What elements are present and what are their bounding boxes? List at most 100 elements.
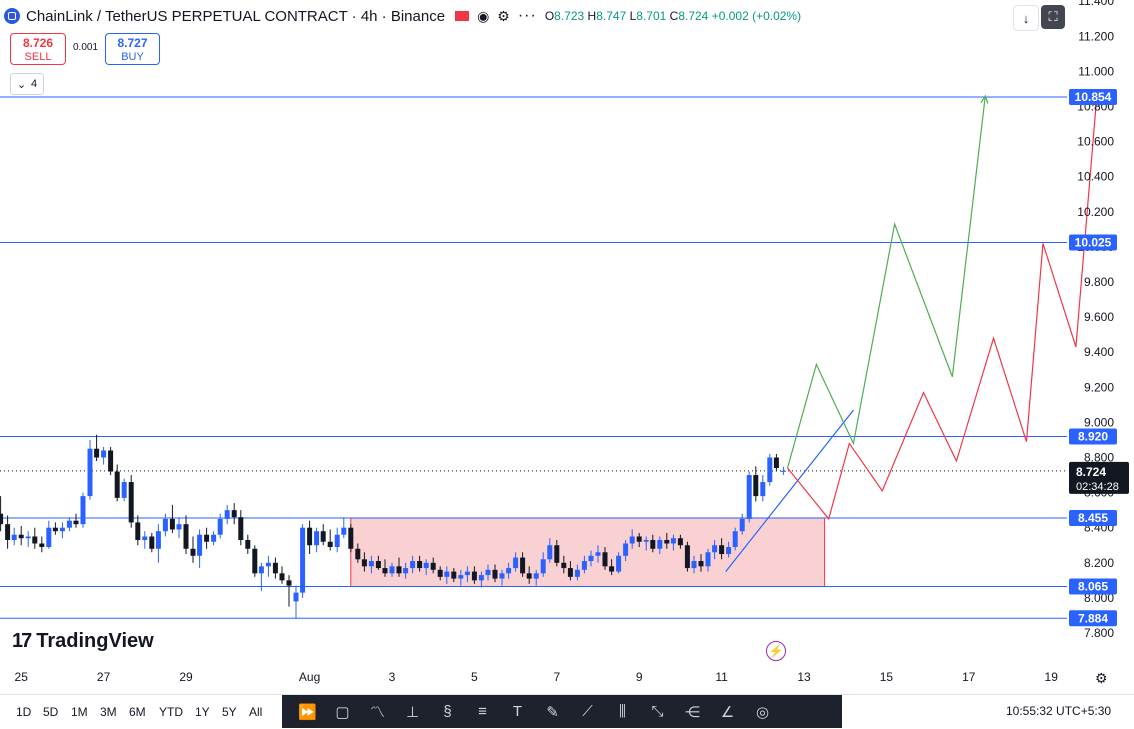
projection-icon[interactable]: ∠ bbox=[710, 695, 745, 728]
y-tick-label: 11.000 bbox=[1078, 64, 1114, 78]
candle bbox=[341, 517, 347, 539]
candle-body bbox=[25, 536, 31, 539]
candle-body bbox=[0, 513, 4, 525]
range-5y[interactable]: 5Y bbox=[222, 705, 237, 719]
candle-body bbox=[348, 527, 354, 549]
candle-body bbox=[444, 571, 450, 577]
sell-button[interactable]: 8.726 SELL bbox=[10, 33, 66, 65]
candle-body bbox=[80, 496, 86, 525]
gann-icon[interactable]: ◎ bbox=[745, 695, 780, 728]
range-ytd[interactable]: YTD bbox=[159, 705, 183, 719]
candle-body bbox=[114, 471, 120, 498]
candle-body bbox=[238, 517, 244, 540]
candle-body bbox=[231, 510, 237, 518]
axis-settings-icon[interactable]: ⚙ bbox=[1095, 670, 1108, 687]
candle bbox=[101, 446, 107, 465]
candle bbox=[334, 527, 340, 553]
ohlc-open-label: O bbox=[544, 9, 555, 23]
long-position-icon[interactable]: ⊥ bbox=[395, 695, 430, 728]
indicator-count: 4 bbox=[31, 78, 38, 90]
gear-icon[interactable]: ⚙ bbox=[497, 8, 510, 25]
candle-body bbox=[142, 536, 148, 540]
candle bbox=[293, 585, 299, 619]
fork-icon[interactable]: ⋲ bbox=[675, 695, 710, 728]
rectangle-icon[interactable]: ▢ bbox=[325, 695, 360, 728]
x-tick-label: 19 bbox=[1045, 670, 1059, 684]
candle-body bbox=[59, 527, 65, 532]
lightning-icon[interactable]: ⚡ bbox=[766, 641, 786, 661]
candle bbox=[252, 545, 258, 577]
range-1y[interactable]: 1Y bbox=[195, 705, 210, 719]
range-1d[interactable]: 1D bbox=[16, 705, 31, 719]
candle bbox=[25, 531, 31, 548]
more-dots-icon[interactable]: ··· bbox=[518, 7, 537, 25]
indicators-toggle[interactable]: ⌄ 4 bbox=[10, 73, 44, 95]
x-tick-label: 9 bbox=[636, 670, 643, 684]
text-icon[interactable]: T bbox=[500, 695, 535, 728]
trendline-icon[interactable]: ⟋ bbox=[570, 695, 605, 728]
candle bbox=[5, 515, 11, 549]
ohlc-open: 8.723 bbox=[554, 9, 585, 23]
level-label: 8.920 bbox=[1078, 429, 1108, 443]
candle bbox=[66, 517, 72, 532]
bars-pattern-icon[interactable]: ⫼ bbox=[605, 695, 640, 728]
candle-body bbox=[94, 448, 100, 458]
range-3m[interactable]: 3M bbox=[100, 705, 117, 719]
tradingview-logo[interactable]: 17 TradingView bbox=[12, 630, 154, 653]
download-icon[interactable]: ↓ bbox=[1013, 5, 1039, 31]
consolidation-zone bbox=[350, 517, 826, 587]
spread-value: 0.001 bbox=[72, 42, 99, 53]
range-5d[interactable]: 5D bbox=[43, 705, 58, 719]
fib-icon[interactable]: ≡ bbox=[465, 695, 500, 728]
candle bbox=[307, 520, 313, 555]
candle bbox=[73, 513, 79, 528]
short-position-icon[interactable]: § bbox=[430, 695, 465, 728]
range-6m[interactable]: 6M bbox=[129, 705, 146, 719]
ohlc-high-label: H bbox=[587, 9, 597, 23]
candle-body bbox=[293, 592, 299, 602]
candle-body bbox=[595, 552, 601, 556]
candle-body bbox=[355, 548, 361, 560]
eye-icon[interactable]: ◉ bbox=[477, 8, 489, 25]
candle-body bbox=[753, 475, 759, 497]
candle-body bbox=[190, 548, 196, 556]
range-1m[interactable]: 1M bbox=[71, 705, 88, 719]
price-chart[interactable]: 11.40011.20011.00010.80010.60010.40010.2… bbox=[0, 0, 1134, 694]
candle-body bbox=[554, 545, 560, 563]
fullscreen-icon[interactable]: ⛶ bbox=[1041, 5, 1065, 29]
tradingview-logo-text: TradingView bbox=[36, 630, 154, 652]
flag-icon[interactable] bbox=[455, 11, 470, 21]
path-icon[interactable]: ⤡ bbox=[640, 695, 675, 728]
candle-body bbox=[121, 482, 127, 498]
brush-icon[interactable]: ✎ bbox=[535, 695, 570, 728]
candle-body bbox=[670, 538, 676, 544]
candle bbox=[190, 536, 196, 563]
x-tick-label: Aug bbox=[299, 670, 320, 684]
clock[interactable]: 10:55:32 UTC+5:30 bbox=[1006, 704, 1111, 718]
candle-body bbox=[773, 457, 779, 469]
candle bbox=[162, 513, 168, 537]
candle-body bbox=[602, 552, 608, 567]
candle bbox=[265, 555, 271, 577]
candle bbox=[320, 524, 326, 546]
candle bbox=[272, 557, 278, 579]
candle-body bbox=[258, 566, 264, 574]
candle bbox=[39, 536, 45, 553]
candle bbox=[197, 529, 203, 569]
chainlink-logo-icon bbox=[4, 8, 20, 24]
range-all[interactable]: All bbox=[249, 705, 262, 719]
candle bbox=[300, 524, 306, 598]
symbol-title[interactable]: ChainLink / TetherUS PERPETUAL CONTRACT … bbox=[26, 8, 445, 25]
symbol-header: ChainLink / TetherUS PERPETUAL CONTRACT … bbox=[4, 4, 801, 28]
pattern-icon[interactable]: 〽 bbox=[360, 695, 395, 728]
candle bbox=[0, 496, 4, 532]
buy-button[interactable]: 8.727 BUY bbox=[105, 33, 160, 65]
candle-body bbox=[691, 561, 697, 569]
y-tick-label: 7.800 bbox=[1084, 626, 1114, 640]
candle bbox=[135, 515, 141, 546]
candle bbox=[169, 504, 175, 533]
replay-icon[interactable]: ⏩ bbox=[290, 695, 325, 728]
candle-body bbox=[265, 562, 271, 567]
ohlc-values: O8.723 H8.747 L8.701 C8.724 +0.002 (+0.0… bbox=[545, 9, 801, 23]
ohlc-change: +0.002 (+0.02%) bbox=[711, 9, 802, 23]
